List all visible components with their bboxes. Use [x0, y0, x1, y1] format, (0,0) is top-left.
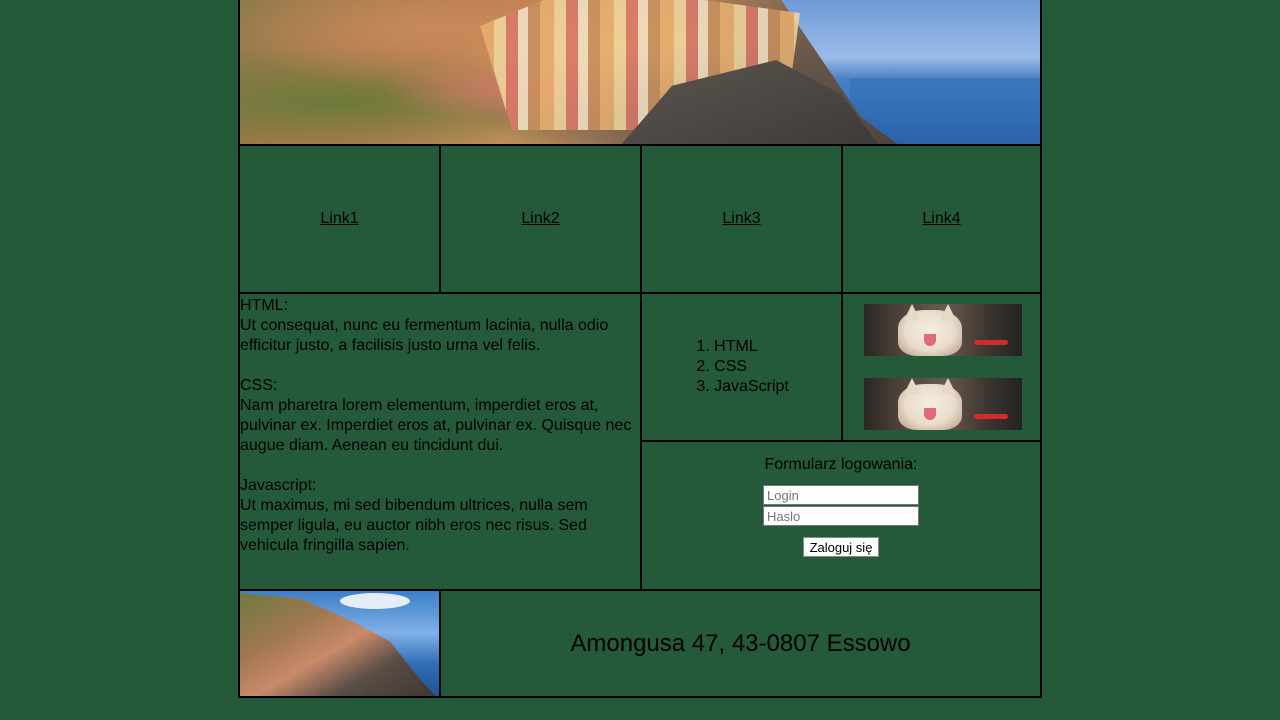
- login-input[interactable]: [763, 485, 919, 505]
- cat-tongue: [924, 408, 936, 420]
- header-banner-image: [238, 0, 1042, 146]
- nav-cell-1: Link1: [238, 144, 441, 294]
- nav-link-3[interactable]: Link3: [722, 210, 760, 228]
- login-form-cell: Formularz logowania: Zaloguj się: [640, 440, 1042, 591]
- footer-address: Amongusa 47, 43-0807 Essowo: [570, 629, 911, 657]
- list-item: CSS: [714, 357, 789, 377]
- html-heading: HTML:: [240, 297, 288, 314]
- css-text: Nam pharetra lorem elementum, imperdiet …: [240, 397, 632, 454]
- nav-cell-2: Link2: [439, 144, 642, 294]
- nav-cell-4: Link4: [841, 144, 1042, 294]
- red-object: [974, 414, 1008, 419]
- js-text: Ut maximus, mi sed bibendum ultrices, nu…: [240, 497, 588, 554]
- list-item: HTML: [714, 337, 789, 357]
- footer-image: [238, 589, 441, 698]
- nav-cell-3: Link3: [640, 144, 843, 294]
- list-item: JavaScript: [714, 377, 789, 397]
- css-paragraph: CSS: Nam pharetra lorem elementum, imper…: [240, 376, 640, 456]
- cat-image: [864, 304, 1022, 356]
- login-form-title: Formularz logowania:: [764, 456, 918, 473]
- css-heading: CSS:: [240, 377, 278, 394]
- password-input[interactable]: [763, 506, 919, 526]
- footer-address-cell: Amongusa 47, 43-0807 Essowo: [439, 589, 1042, 698]
- footer-image-cloud: [340, 593, 410, 609]
- js-paragraph: Javascript: Ut maximus, mi sed bibendum …: [240, 476, 640, 556]
- nav-link-4[interactable]: Link4: [922, 210, 960, 228]
- footer-image-coast: [240, 593, 439, 696]
- cat-images-cell: [841, 292, 1042, 442]
- page: Link1 Link2 Link3 Link4 HTML: Ut consequ…: [238, 0, 1042, 698]
- tech-list-cell: HTML CSS JavaScript: [640, 292, 843, 442]
- cat-face: [898, 384, 962, 430]
- html-text: Ut consequat, nunc eu fermentum lacinia,…: [240, 317, 609, 354]
- login-submit-button[interactable]: Zaloguj się: [802, 537, 880, 557]
- cat-face: [898, 310, 962, 356]
- tech-list: HTML CSS JavaScript: [694, 337, 789, 397]
- cat-tongue: [924, 334, 936, 346]
- red-object: [974, 340, 1008, 345]
- html-paragraph: HTML: Ut consequat, nunc eu fermentum la…: [240, 296, 640, 356]
- nav-link-2[interactable]: Link2: [521, 210, 559, 228]
- js-heading: Javascript:: [240, 477, 317, 494]
- content-section: HTML: Ut consequat, nunc eu fermentum la…: [238, 292, 642, 591]
- cat-image: [864, 378, 1022, 430]
- nav-link-1[interactable]: Link1: [320, 210, 358, 228]
